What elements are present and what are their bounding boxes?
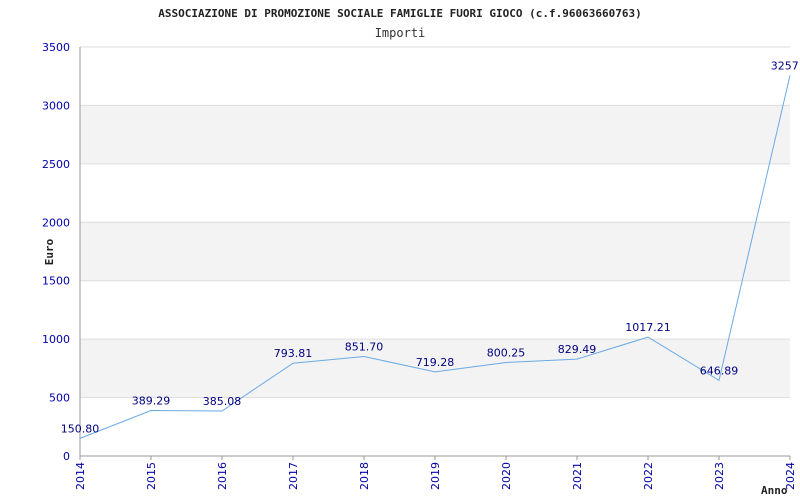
x-tick-label: 2018: [358, 462, 371, 490]
data-label: 646.89: [700, 364, 739, 377]
data-label: 389.29: [132, 395, 171, 408]
data-label: 851.70: [345, 340, 384, 353]
grid-band: [80, 105, 790, 164]
grid-band: [80, 222, 790, 281]
chart-subtitle: Importi: [375, 26, 426, 40]
x-axis-label: Anno: [761, 484, 788, 497]
data-label: 800.25: [487, 346, 526, 359]
y-tick-label: 0: [63, 450, 70, 463]
data-label: 385.08: [203, 395, 242, 408]
data-label: 150.80: [61, 422, 100, 435]
x-tick-label: 2019: [429, 462, 442, 490]
x-tick-label: 2022: [642, 462, 655, 490]
y-tick-label: 1500: [42, 275, 70, 288]
data-label: 793.81: [274, 347, 313, 360]
y-tick-label: 2000: [42, 216, 70, 229]
line-chart: 0500100015002000250030003500 2014 2015 201…: [42, 7, 800, 497]
data-label: 829.49: [558, 343, 597, 356]
y-tick-label: 3500: [42, 41, 70, 54]
data-label: 719.28: [416, 356, 455, 369]
x-tick-label: 2020: [500, 462, 513, 490]
data-label: 3257.0: [771, 59, 800, 72]
x-tick-label: 2016: [216, 462, 229, 490]
x-tick-label: 2014: [74, 462, 87, 490]
data-label: 1017.21: [625, 321, 671, 334]
x-tick-label: 2023: [713, 462, 726, 490]
y-tick-label: 1000: [42, 333, 70, 346]
y-tick-label: 2500: [42, 158, 70, 171]
y-axis-label: Euro: [43, 238, 56, 265]
x-tick-label: 2015: [145, 462, 158, 490]
x-tick-label: 2021: [571, 462, 584, 490]
grid-bands: [80, 105, 790, 398]
x-tick-label: 2017: [287, 462, 300, 490]
y-tick-label: 3000: [42, 99, 70, 112]
chart-title: ASSOCIAZIONE DI PROMOZIONE SOCIALE FAMIG…: [158, 7, 641, 20]
y-tick-label: 500: [49, 392, 70, 405]
x-tick-labels: 2014 2015 2016 2017 2018 2019 2020 2021 2022 2023…: [74, 462, 797, 490]
